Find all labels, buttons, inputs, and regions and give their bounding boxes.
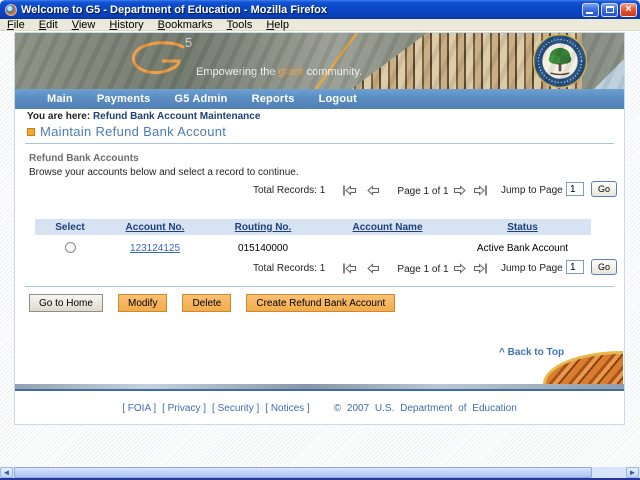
footer: [ FOIA ] [ Privacy ] [ Security ] [ Noti… — [15, 403, 624, 414]
bookshelf-photo — [347, 33, 582, 89]
browser-window: Welcome to G5 - Department of Education … — [0, 0, 640, 480]
menu-bookmarks[interactable]: Bookmarks — [151, 19, 220, 31]
breadcrumb: You are here: Refund Bank Account Mainte… — [27, 111, 260, 122]
footer-link-notices[interactable]: [ Notices ] — [265, 403, 309, 414]
window-titlebar: Welcome to G5 - Department of Education … — [0, 0, 640, 19]
go-button[interactable]: Go — [591, 259, 617, 275]
page-content: 5 Empowering the grant community. Main — [14, 32, 625, 425]
copyright-text: © 2007 U.S. Department of Education — [334, 403, 517, 414]
menu-bar: File Edit View History Bookmarks Tools H… — [0, 19, 640, 31]
col-routing-no[interactable]: Routing No. — [205, 222, 321, 233]
menu-history[interactable]: History — [102, 19, 150, 31]
first-page-icon[interactable] — [342, 185, 357, 196]
menu-tools[interactable]: Tools — [220, 19, 260, 31]
table-row: 123124125 015140000 Active Bank Account — [35, 240, 591, 256]
horizontal-scrollbar[interactable]: ◄ ► — [0, 467, 640, 478]
section-title: Refund Bank Accounts — [29, 153, 139, 164]
instructions-text: Browse your accounts below and select a … — [29, 167, 299, 178]
jump-to-page-input[interactable] — [566, 182, 584, 196]
page-indicator: Page 1 of 1 — [387, 186, 459, 197]
divider — [25, 143, 614, 144]
col-account-name[interactable]: Account Name — [321, 222, 454, 233]
maximize-button[interactable] — [601, 3, 618, 17]
nav-reports[interactable]: Reports — [252, 93, 295, 105]
status-value: Active Bank Account — [454, 243, 591, 254]
page-indicator: Page 1 of 1 — [387, 264, 459, 275]
menu-view[interactable]: View — [65, 19, 103, 31]
col-account-no[interactable]: Account No. — [105, 222, 205, 233]
account-no-link[interactable]: 123124125 — [130, 243, 180, 254]
divider — [25, 286, 614, 287]
page-title: Maintain Refund Bank Account — [40, 124, 226, 139]
footer-gradient-bar — [15, 384, 624, 391]
menu-file[interactable]: File — [0, 19, 32, 31]
footer-link-foia[interactable]: [ FOIA ] — [122, 403, 156, 414]
col-select: Select — [35, 222, 105, 233]
table-header-row: Select Account No. Routing No. Account N… — [35, 219, 591, 235]
jump-to-page-label: Jump to Page — [501, 263, 563, 274]
footer-link-privacy[interactable]: [ Privacy ] — [162, 403, 206, 414]
jump-to-page-label: Jump to Page — [501, 185, 563, 196]
previous-page-icon[interactable] — [367, 263, 380, 274]
total-records: Total Records: 1 — [253, 185, 325, 196]
breadcrumb-current[interactable]: Refund Bank Account Maintenance — [93, 111, 260, 122]
total-records: Total Records: 1 — [253, 263, 325, 274]
bullet-square-icon — [27, 128, 35, 136]
department-of-education-seal — [532, 33, 588, 89]
delete-button[interactable]: Delete — [182, 294, 231, 312]
accounts-table: Select Account No. Routing No. Account N… — [35, 219, 591, 256]
next-page-icon[interactable] — [453, 185, 466, 196]
banner-tagline: Empowering the grant community. — [196, 66, 362, 78]
back-to-top-link[interactable]: ^ Back to Top — [499, 347, 564, 358]
close-button[interactable] — [620, 3, 637, 17]
last-page-icon[interactable] — [473, 263, 488, 274]
col-status[interactable]: Status — [454, 222, 591, 233]
menu-edit[interactable]: Edit — [32, 19, 65, 31]
pagination-bottom: Total Records: 1 Page 1 of 1 Jump to Pag… — [15, 259, 624, 279]
first-page-icon[interactable] — [342, 263, 357, 274]
pagination-top: Total Records: 1 Page 1 of 1 Jump to Pag… — [15, 181, 624, 201]
firefox-icon — [5, 4, 17, 16]
header-banner: 5 Empowering the grant community. — [15, 33, 624, 89]
nav-main[interactable]: Main — [47, 93, 73, 105]
scroll-right-arrow[interactable]: ► — [626, 467, 639, 478]
modify-button[interactable]: Modify — [118, 294, 167, 312]
window-title: Welcome to G5 - Department of Education … — [21, 4, 582, 16]
routing-no-value: 015140000 — [205, 243, 321, 254]
footer-link-security[interactable]: [ Security ] — [212, 403, 259, 414]
nav-logout[interactable]: Logout — [319, 93, 357, 105]
nav-g5-admin[interactable]: G5 Admin — [174, 93, 227, 105]
g5-logo — [127, 40, 189, 80]
main-nav: Main Payments G5 Admin Reports Logout — [15, 89, 624, 109]
scrollbar-thumb[interactable] — [14, 467, 592, 478]
g5-logo-five: 5 — [185, 35, 192, 50]
menu-help[interactable]: Help — [259, 19, 296, 31]
go-button[interactable]: Go — [591, 181, 617, 197]
banner-corner-art — [594, 59, 624, 89]
previous-page-icon[interactable] — [367, 185, 380, 196]
select-radio[interactable] — [65, 242, 76, 253]
page-background: 5 Empowering the grant community. Main — [0, 32, 640, 467]
last-page-icon[interactable] — [473, 185, 488, 196]
create-refund-bank-account-button[interactable]: Create Refund Bank Account — [246, 294, 395, 312]
gold-swoosh — [309, 33, 450, 89]
nav-payments[interactable]: Payments — [97, 93, 151, 105]
scroll-left-arrow[interactable]: ◄ — [0, 467, 13, 478]
go-to-home-button[interactable]: Go to Home — [29, 294, 103, 312]
jump-to-page-input[interactable] — [566, 260, 584, 274]
next-page-icon[interactable] — [453, 263, 466, 274]
minimize-button[interactable] — [582, 3, 599, 17]
